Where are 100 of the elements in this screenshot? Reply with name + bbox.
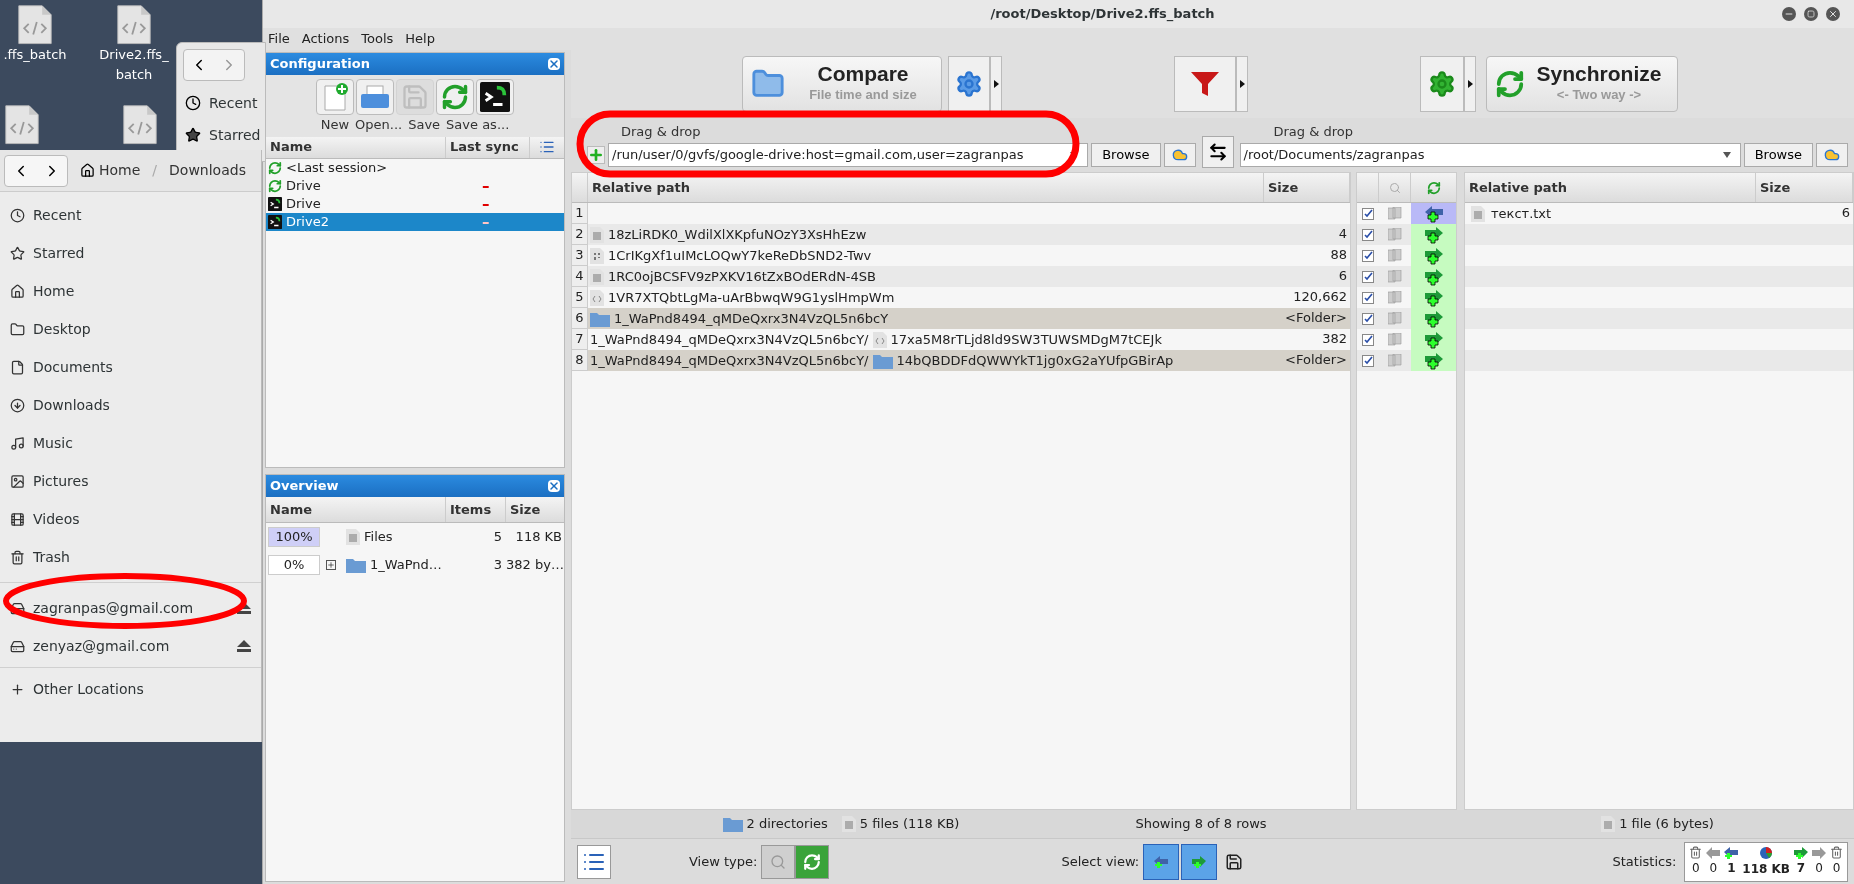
copy-icon [1388,333,1402,346]
eject-icon[interactable] [237,640,251,652]
add-folder-pair-icon[interactable] [587,146,605,164]
menu-item[interactable]: Actions [301,29,350,49]
row-checkbox[interactable] [1362,270,1374,283]
settings-button[interactable] [948,56,990,112]
sidebar-item[interactable]: Pictures [33,470,89,492]
breadcrumb-item[interactable]: Downloads [169,160,246,181]
checkmark-icon [1363,314,1373,323]
list-icon[interactable] [539,139,555,155]
save-icon[interactable] [1225,852,1244,871]
menu-item[interactable]: Tools [361,29,394,49]
search-icon [770,853,787,870]
synchronize-button[interactable]: Synchronize <- Two way -> [1486,56,1678,112]
code-file-icon [590,289,604,306]
swap-sides-button[interactable] [1201,136,1234,168]
config-list-item[interactable]: Drive2 – [266,212,564,231]
row-checkbox[interactable] [1362,207,1374,220]
statistic-value: 0 [1692,860,1700,877]
cloud-button[interactable] [1163,143,1196,167]
drag-drop-label: Drag & drop [1273,123,1354,141]
toolbar-button[interactable] [476,79,514,115]
relative-path: 18zLiRDK0_WdilXlXKpfuNOzY3XsHhEzw [608,225,867,244]
copy-icon [1388,291,1402,304]
column-header[interactable]: Size [506,497,564,522]
sidebar-item[interactable]: Videos [33,508,80,530]
close-icon[interactable] [1826,7,1840,21]
sidebar-item[interactable]: zenyaz@gmail.com [33,635,229,657]
create-right-icon [1192,855,1207,868]
compare-button[interactable]: Compare File time and size [742,56,942,112]
dropdown-arrow-button[interactable] [990,56,1002,112]
browse-button[interactable]: Browse [1743,143,1813,167]
desktop-icon-label[interactable]: .ffs_batch [3,45,67,66]
settings-button[interactable] [1420,56,1464,112]
config-list-item[interactable]: Drive – [266,194,564,213]
percentage-text: 100% [275,528,313,547]
last-sync-value: – [482,212,491,231]
star-icon [185,127,201,143]
column-header[interactable]: Name [266,136,446,158]
config-list-item[interactable]: Drive – [266,176,564,195]
row-checkbox[interactable] [1362,228,1374,241]
expand-icon[interactable] [326,560,336,570]
sidebar-item[interactable]: Trash [33,546,70,568]
relative-path: 1_WaPnd8494_qMDeQxrx3N4VzQL5n6bcY [614,309,889,328]
sidebar-item[interactable]: Home [33,280,75,302]
maximize-icon[interactable] [1804,7,1818,21]
sidebar-item[interactable]: Music [33,432,73,454]
column-header[interactable]: Relative path [588,173,1264,202]
config-name: Drive [286,176,322,195]
overview-row[interactable]: 100% Files 5 118 KB [266,523,564,551]
column-header[interactable]: Size [1264,173,1350,202]
dropdown-caret-icon[interactable] [1722,152,1731,158]
clock-icon [10,207,25,223]
menu-item[interactable]: Help [405,29,435,49]
sidebar-item[interactable]: Downloads [33,394,110,416]
sidebar-item[interactable]: Other Locations [33,678,144,700]
column-header[interactable]: Size [1756,173,1853,202]
sidebar-item[interactable]: Recent [33,204,82,226]
eject-icon[interactable] [237,602,251,614]
row-checkbox[interactable] [1362,312,1374,325]
sidebar-item[interactable]: Starred [33,242,85,264]
file-size: 120,662 [1292,288,1348,306]
dropdown-arrow-button[interactable] [1236,56,1248,112]
select-view-button[interactable] [1143,843,1180,880]
save-icon [401,83,429,111]
row-checkbox[interactable] [1362,354,1374,367]
copy-icon [1388,228,1402,241]
overview-row[interactable]: 0% 1_WaPnd… 3 382 by… [266,551,564,579]
select-view-button[interactable] [1181,843,1218,880]
checkmark-icon [1363,251,1373,260]
minimize-icon[interactable] [1782,7,1796,21]
browse-button[interactable]: Browse [1091,143,1161,167]
row-checkbox[interactable] [1362,291,1374,304]
view-type-button[interactable] [795,844,830,879]
breadcrumb-item[interactable]: Home [99,160,141,181]
filter-button[interactable] [1174,56,1236,112]
download-icon [10,397,25,413]
column-header[interactable]: Relative path [1465,173,1756,202]
close-icon[interactable] [548,480,560,492]
sidebar-item[interactable]: Recent [209,92,258,114]
desktop-icon-label[interactable]: Drive2.ffs_batch [96,45,172,86]
column-header[interactable]: Items [446,497,506,522]
sidebar-item[interactable]: Desktop [33,318,91,340]
folder-path-field[interactable]: /root/Documents/zagranpas [1239,143,1741,167]
checkmark-icon [1363,335,1373,344]
config-list-item[interactable]: <Last session> [266,158,564,177]
cloud-button[interactable] [1816,143,1848,167]
dropdown-arrow-button[interactable] [1464,56,1476,112]
row-checkbox[interactable] [1362,333,1374,346]
create-right-icon [1794,846,1808,859]
close-icon[interactable] [548,58,560,70]
left-arrow-icon [1706,846,1721,859]
row-checkbox[interactable] [1362,249,1374,262]
menu-item[interactable]: File [268,29,290,49]
sidebar-item[interactable]: Starred [209,124,261,146]
folder-icon [722,816,743,832]
config-view-button[interactable] [577,844,611,879]
sidebar-item[interactable]: Documents [33,356,113,378]
column-header[interactable]: Last sync [446,136,530,158]
column-header[interactable]: Name [266,497,446,522]
